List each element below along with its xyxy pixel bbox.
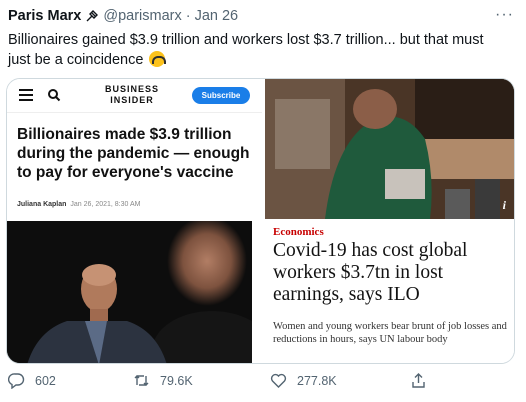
tweet-text: Billionaires gained $3.9 trillion and wo… (8, 30, 508, 70)
barista-photo-illustration (265, 79, 514, 219)
menu-icon (19, 89, 33, 101)
retweet-icon (134, 375, 149, 386)
author-handle[interactable]: @parismarx (103, 8, 181, 24)
share-icon (412, 373, 425, 388)
share-button[interactable] (410, 372, 437, 389)
upside-down-smile-emoji-icon (149, 51, 167, 67)
separator: · (185, 8, 191, 24)
like-button[interactable]: 277.8K (270, 372, 337, 389)
tweet-body: Billionaires gained $3.9 trillion and wo… (8, 32, 484, 68)
more-options-icon[interactable]: ··· (495, 6, 514, 24)
bi-logo-line1: BUSINESS (104, 84, 159, 94)
reply-button[interactable]: 602 (8, 372, 56, 389)
retweet-button[interactable]: 79.6K (133, 372, 193, 389)
business-insider-screenshot[interactable]: BUSINESS INSIDER Subscribe Billionaires … (7, 79, 262, 363)
tweet-media[interactable]: BUSINESS INSIDER Subscribe Billionaires … (6, 78, 515, 364)
heart-icon (270, 373, 287, 388)
guardian-screenshot[interactable]: i Economics Covid-19 has cost global wor… (265, 79, 514, 363)
bi-logo: BUSINESS INSIDER (97, 84, 167, 106)
bi-nav-bar: BUSINESS INSIDER Subscribe (7, 79, 262, 113)
guardian-photo: i (265, 79, 514, 219)
info-icon: i (502, 198, 506, 212)
bezos-photo-illustration (7, 221, 252, 363)
bi-timestamp: Jan 26, 2021, 8:30 AM (70, 201, 141, 208)
subscribe-button: Subscribe (192, 87, 250, 104)
bi-headline: Billionaires made $3.9 trillion during t… (17, 126, 250, 181)
tweet-date[interactable]: Jan 26 (195, 8, 239, 24)
bi-byline: Juliana Kaplan Jan 26, 2021, 8:30 AM (17, 201, 140, 208)
bi-logo-line2: INSIDER (110, 95, 154, 105)
reply-count: 602 (35, 373, 56, 388)
like-count: 277.8K (297, 373, 337, 388)
author-name[interactable]: Paris Marx (8, 8, 81, 24)
bi-photo (7, 221, 252, 363)
pin-icon (86, 10, 99, 22)
guardian-standfirst: Women and young workers bear brunt of jo… (273, 321, 507, 345)
guardian-headline: Covid-19 has cost global workers $3.7tn … (273, 240, 468, 305)
tweet-actions: 602 79.6K 277.8K (0, 372, 526, 394)
bi-author: Juliana Kaplan (17, 201, 67, 208)
search-icon (48, 89, 61, 102)
reply-icon (8, 373, 25, 389)
guardian-section: Economics (273, 226, 324, 238)
retweet-count: 79.6K (160, 373, 193, 388)
tweet-header: Paris Marx @parismarx · Jan 26 ··· (8, 6, 518, 26)
